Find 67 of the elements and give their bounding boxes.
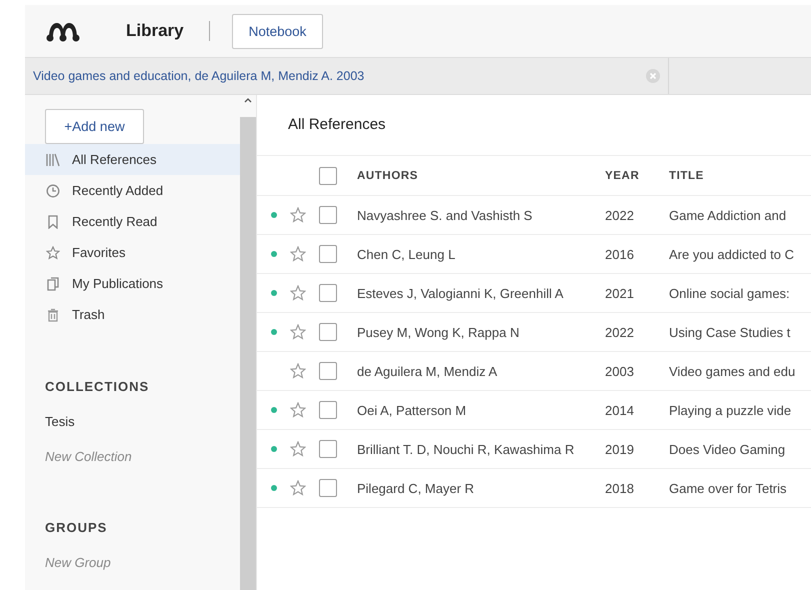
table-cell-text: Pilegard C, Mayer R bbox=[356, 480, 476, 496]
table-cell: Playing a puzzle vide bbox=[669, 402, 792, 418]
sidebar-item[interactable]: All References bbox=[25, 144, 240, 175]
page-heading: All References bbox=[257, 95, 811, 156]
notebook-button[interactable]: Notebook bbox=[232, 14, 324, 48]
logo-icon bbox=[45, 20, 81, 42]
library-title: Library bbox=[126, 21, 184, 41]
row-checkbox[interactable] bbox=[319, 206, 337, 224]
sidebar-item[interactable]: Recently Added bbox=[25, 175, 240, 206]
row-checkbox[interactable] bbox=[319, 323, 337, 341]
table-cell-text: de Aguilera M, Mendiz A bbox=[356, 364, 498, 378]
column-header[interactable]: AUTHORS bbox=[349, 170, 605, 182]
star-icon[interactable] bbox=[290, 285, 306, 301]
table-cell-text: Esteves J, Valogianni K, Greenhill A bbox=[356, 286, 564, 300]
table-cell-text: 2016 bbox=[605, 246, 635, 262]
table-cell-text: Navyashree S. and Vashisth S bbox=[356, 208, 534, 222]
table-cell-text: Pusey M, Wong K, Rappa N bbox=[356, 324, 520, 340]
table-cell: Using Case Studies t bbox=[669, 324, 790, 340]
section-heading: COLLECTIONS bbox=[44, 379, 150, 394]
row-checkbox[interactable] bbox=[319, 284, 337, 302]
select-all-checkbox[interactable] bbox=[319, 166, 337, 184]
sidebar-item[interactable]: Trash bbox=[25, 299, 240, 330]
row-checkbox[interactable] bbox=[319, 362, 337, 380]
row-checkbox[interactable] bbox=[319, 401, 337, 419]
table-cell-text: 2022 bbox=[605, 208, 635, 222]
collection-item[interactable]: Tesis bbox=[25, 414, 240, 429]
row-checkbox[interactable] bbox=[319, 479, 337, 497]
scroll-up-icon bbox=[244, 97, 252, 103]
trash-icon bbox=[46, 308, 60, 322]
star-icon[interactable] bbox=[290, 207, 306, 223]
table-cell: Video games and edu bbox=[669, 364, 796, 378]
row-checkbox[interactable] bbox=[319, 440, 337, 458]
table-cell-text: Chen C, Leung L bbox=[356, 246, 456, 262]
table-cell-text: Oei A, Patterson M bbox=[356, 402, 468, 418]
star-icon bbox=[46, 246, 60, 260]
table-cell-text: 2014 bbox=[605, 402, 635, 418]
table-cell-text: 2019 bbox=[605, 442, 635, 456]
clock-icon bbox=[46, 184, 60, 198]
sidebar-item[interactable]: Recently Read bbox=[25, 206, 240, 237]
table-cell-text: Brilliant T. D, Nouchi R, Kawashima R bbox=[356, 442, 576, 456]
table-cell: Are you addicted to C bbox=[669, 246, 794, 262]
table-cell: Game Addiction and bbox=[669, 208, 786, 222]
star-icon[interactable] bbox=[290, 480, 306, 496]
table-cell: Does Video Gaming bbox=[669, 442, 786, 456]
scrollbar[interactable] bbox=[240, 95, 256, 590]
row-checkbox[interactable] bbox=[319, 245, 337, 263]
books-icon bbox=[46, 152, 60, 166]
bookmark-icon bbox=[46, 214, 60, 228]
star-icon[interactable] bbox=[290, 441, 306, 457]
table-cell: Online social games: bbox=[669, 286, 790, 300]
table-cell-text: 2021 bbox=[605, 286, 635, 300]
table-cell-text: 2022 bbox=[605, 324, 635, 340]
star-icon[interactable] bbox=[290, 402, 306, 418]
table-cell-text: 2018 bbox=[605, 480, 635, 496]
add-new-button[interactable]: +Add new bbox=[45, 109, 144, 144]
table-cell-text: 2003 bbox=[605, 364, 635, 378]
column-header[interactable]: YEAR bbox=[605, 170, 669, 182]
column-header[interactable]: TITLE bbox=[669, 170, 704, 182]
star-icon[interactable] bbox=[290, 324, 306, 340]
pages-icon bbox=[46, 276, 60, 290]
section-heading: GROUPS bbox=[44, 520, 108, 535]
star-icon[interactable] bbox=[290, 246, 306, 262]
sidebar-item[interactable]: My Publications bbox=[25, 268, 240, 299]
close-icon[interactable] bbox=[646, 69, 660, 83]
table-cell: Game over for Tetris bbox=[669, 480, 787, 496]
star-icon[interactable] bbox=[290, 363, 306, 379]
sidebar-item[interactable]: Favorites bbox=[25, 237, 240, 268]
